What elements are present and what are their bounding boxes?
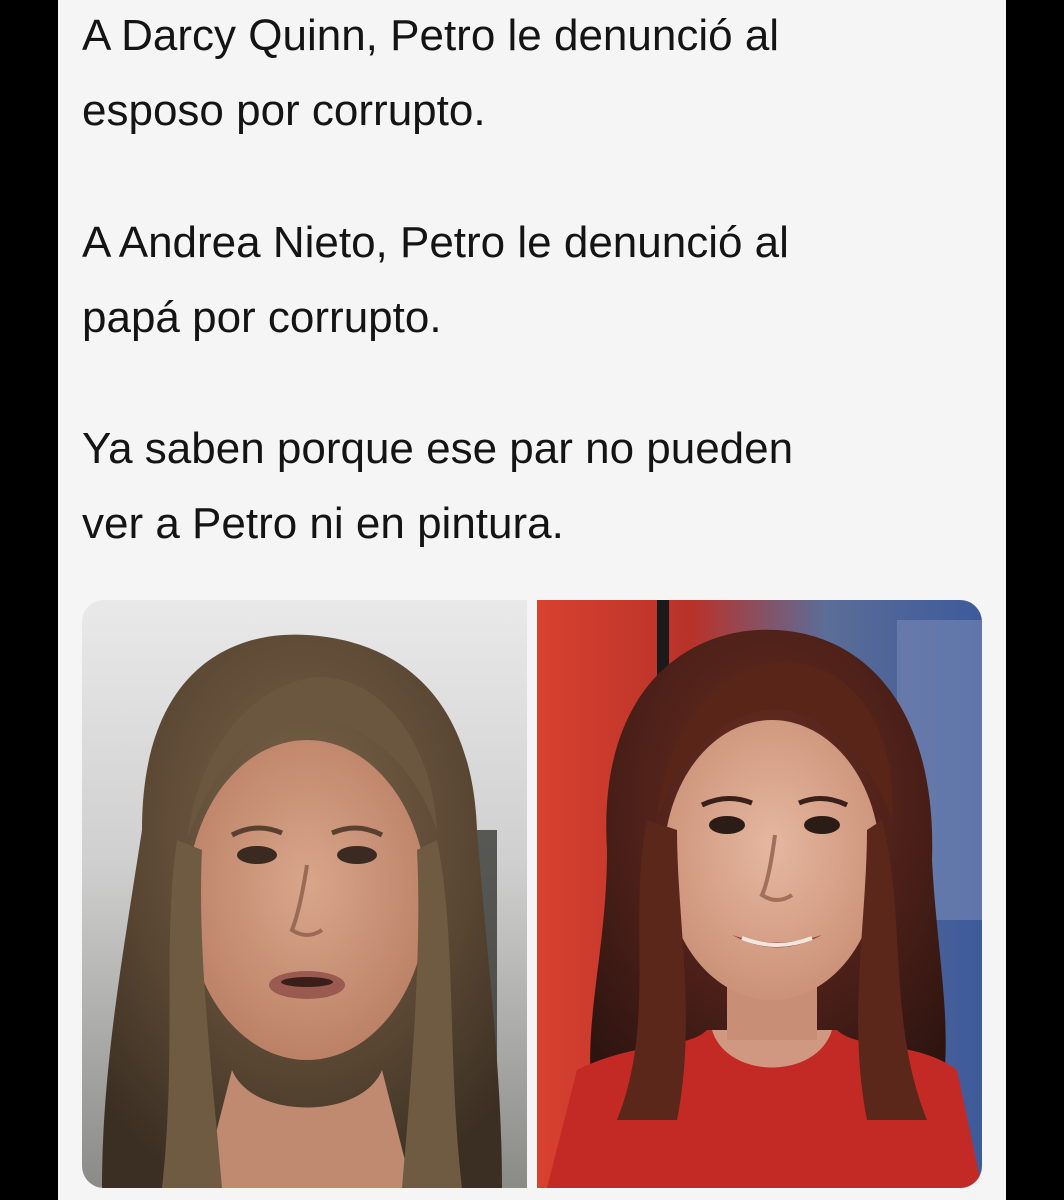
tweet-line: Ya saben porque ese par no pueden: [82, 424, 794, 473]
tweet-paragraph-2: A Andrea Nieto, Petro le denunció al pap…: [82, 213, 789, 348]
tweet-line: esposo por corrupto.: [82, 86, 486, 135]
tweet-line: ver a Petro ni en pintura.: [82, 499, 564, 548]
tweet-line: papá por corrupto.: [82, 293, 442, 342]
media-photo-right[interactable]: [537, 600, 982, 1188]
screenshot-frame: A Darcy Quinn, Petro le denunció al espo…: [0, 0, 1064, 1200]
photo-left: [82, 600, 527, 1188]
tweet-paragraph-3: Ya saben porque ese par no pueden ver a …: [82, 419, 793, 554]
tweet-line: A Darcy Quinn, Petro le denunció al: [82, 11, 780, 60]
tweet-paragraph-1: A Darcy Quinn, Petro le denunció al espo…: [82, 6, 779, 141]
photo-right: [537, 600, 982, 1188]
tweet-line: A Andrea Nieto, Petro le denunció al: [82, 218, 789, 267]
media-photo-left[interactable]: [82, 600, 527, 1188]
tweet-media-grid[interactable]: [82, 600, 982, 1188]
tweet-card: A Darcy Quinn, Petro le denunció al espo…: [58, 0, 1006, 1200]
